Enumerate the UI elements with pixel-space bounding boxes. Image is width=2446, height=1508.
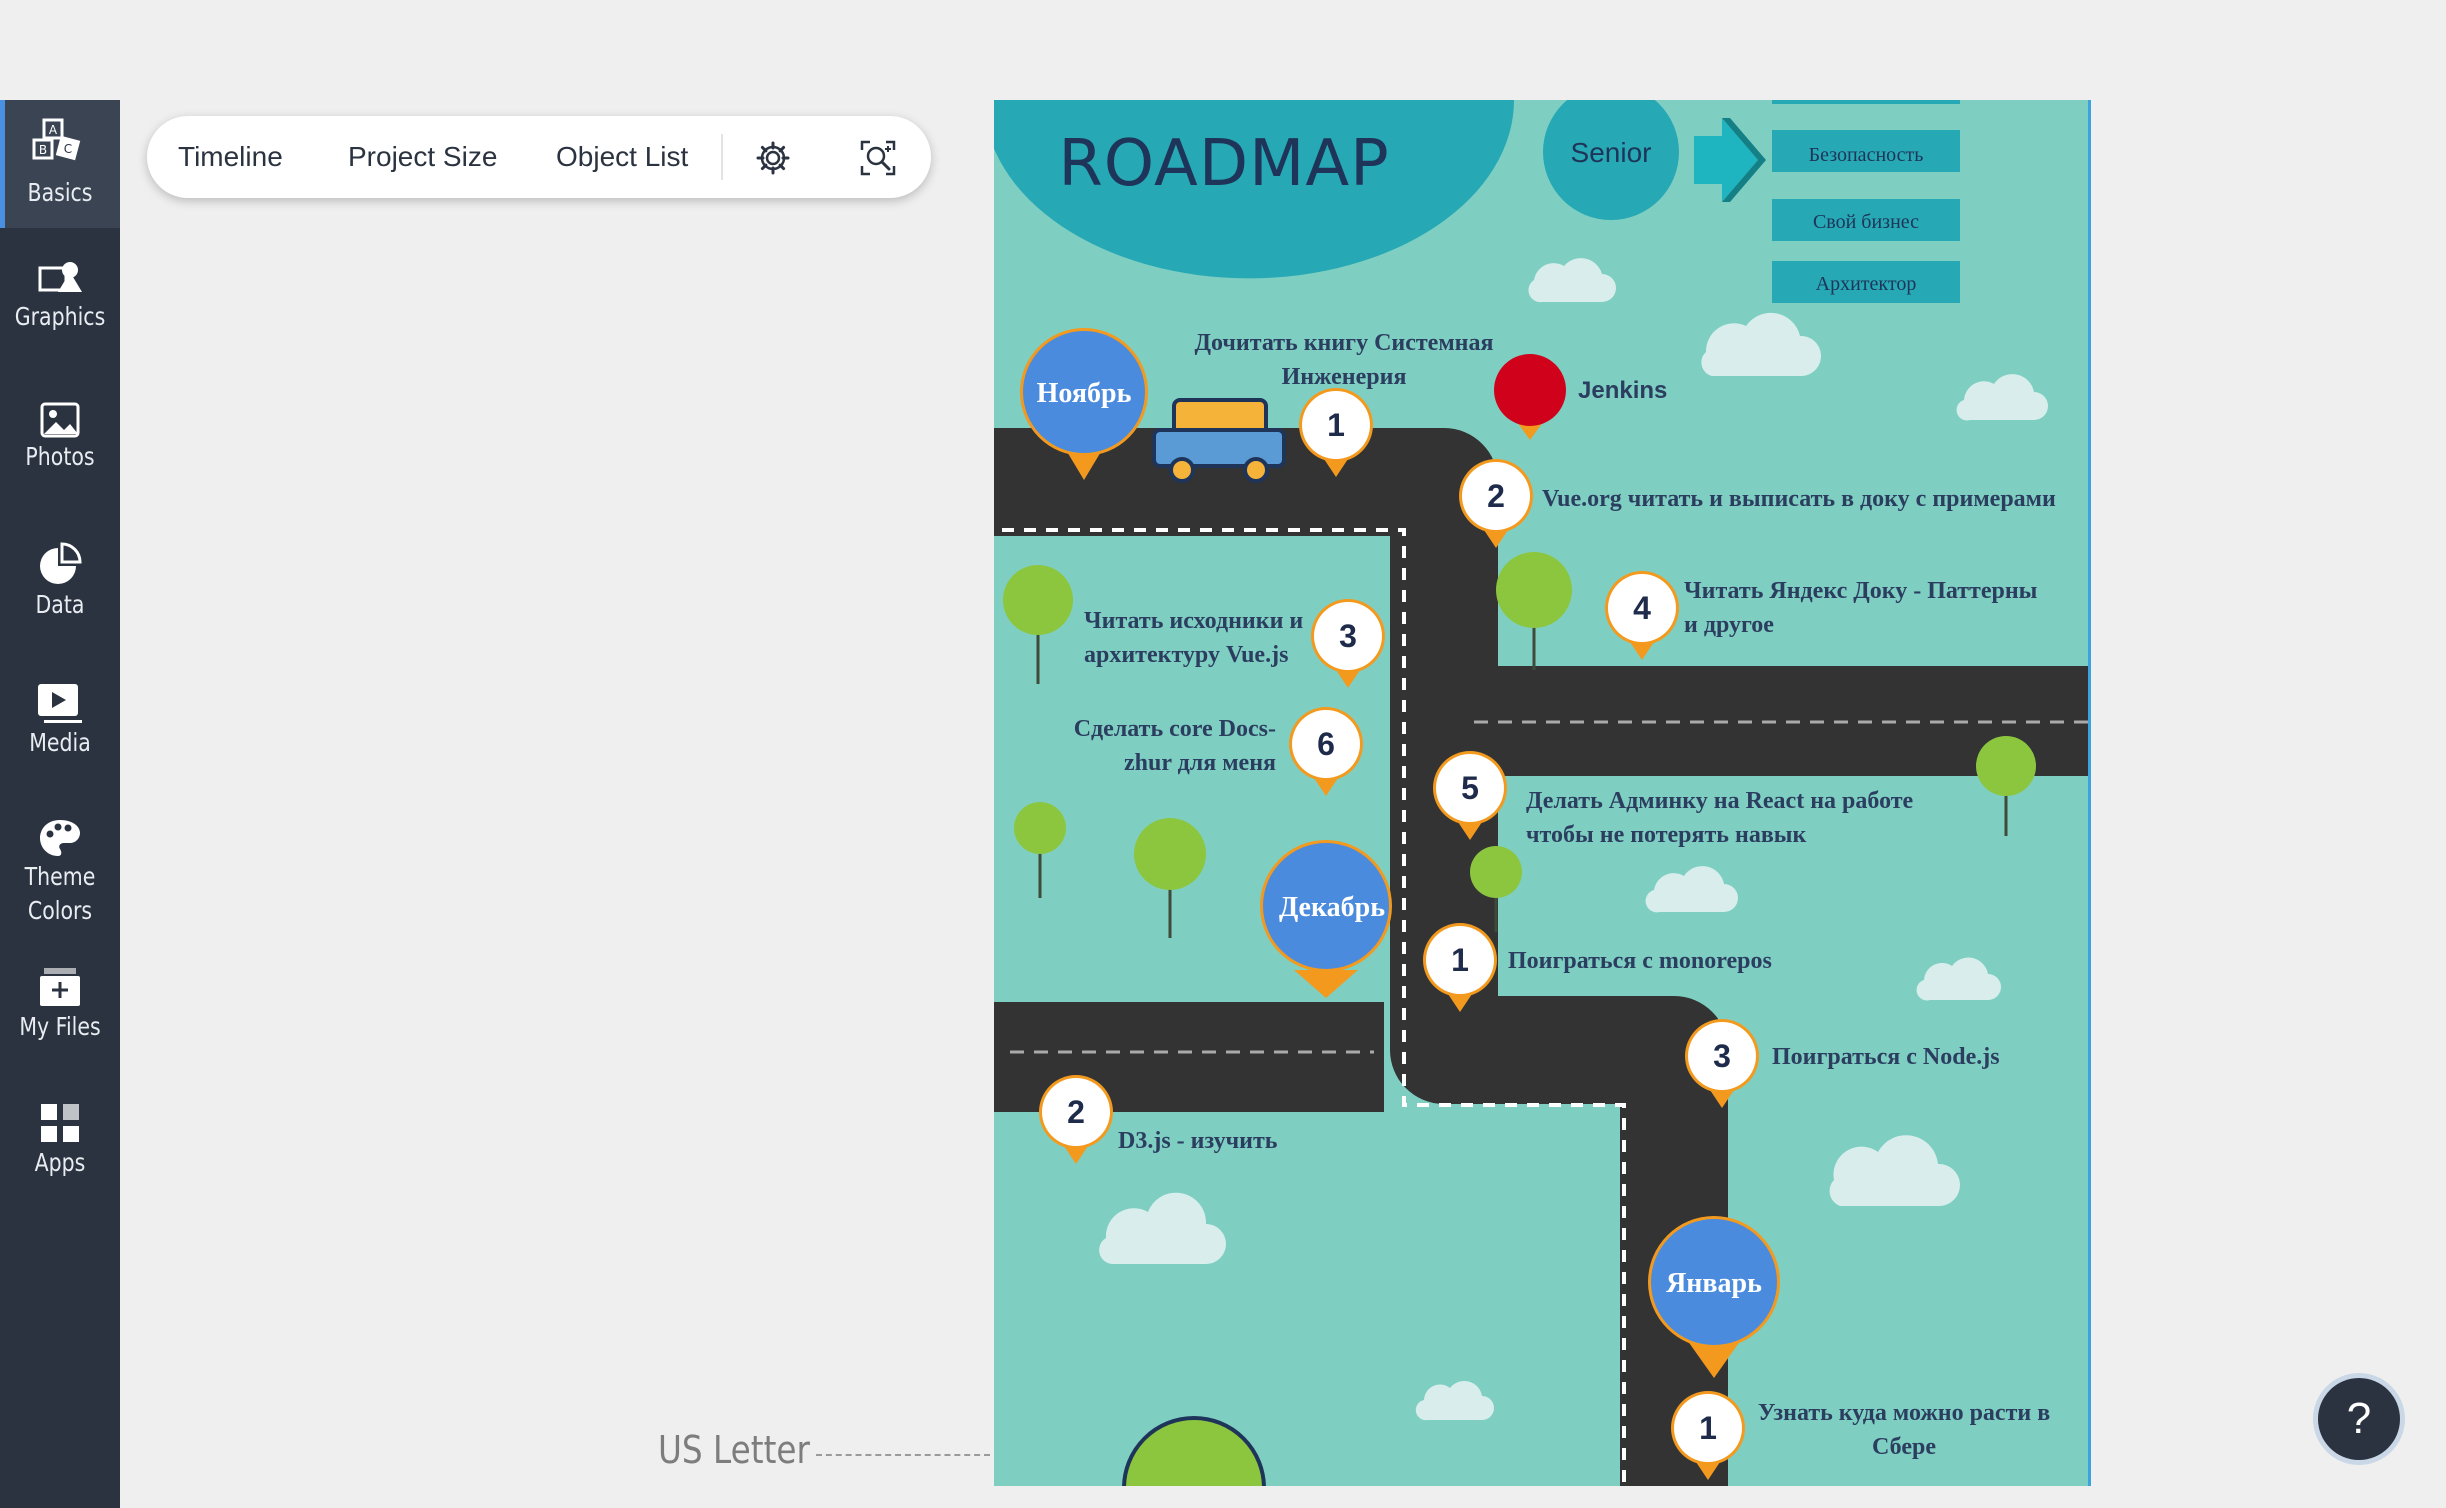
sidebar-item-label: Graphics xyxy=(14,302,106,331)
roadmap-item-text: Дочитать книгу Системная Инженерия xyxy=(1194,330,1494,390)
sidebar-item-label: My Files xyxy=(19,1012,101,1041)
pin-number: 2 xyxy=(1067,1094,1085,1130)
sidebar-item-photos[interactable]: Photos xyxy=(0,400,120,500)
roadmap-item-text: Vue.org читать и выписать в доку с приме… xyxy=(1542,486,2056,512)
pin-number: 6 xyxy=(1317,726,1335,762)
project-size-button[interactable]: Project Size xyxy=(348,116,497,198)
sidebar-item-label: Basics xyxy=(27,178,93,207)
media-play-icon xyxy=(38,684,82,723)
roadmap-item-text: Поиграться с Node.js xyxy=(1772,1044,2000,1070)
pin-number: 1 xyxy=(1699,1410,1717,1446)
sidebar-item-media[interactable]: Media xyxy=(0,678,120,778)
number-pin: 3 xyxy=(1311,599,1385,688)
roadmap-item-text: Делать Админку на React на работе чтобы … xyxy=(1526,788,1914,848)
pin-number: 2 xyxy=(1487,478,1505,514)
sidebar-item-theme-colors[interactable]: Theme Colors xyxy=(0,806,120,934)
roadmap-item-text: D3.js - изучить xyxy=(1118,1128,1278,1154)
number-pin: 6 xyxy=(1289,707,1363,796)
design-canvas[interactable]: ROADMAP Senior Ноябрь Декабрь Январь 1 2… xyxy=(994,100,2091,1486)
box-label: Архитектор xyxy=(1815,273,1917,295)
senior-label: Senior xyxy=(1571,137,1652,168)
pie-chart-icon xyxy=(40,542,82,584)
shapes-icon xyxy=(38,262,82,292)
object-list-button[interactable]: Object List xyxy=(556,116,688,198)
left-sidebar: A B C Basics Graphics Photos Data Media … xyxy=(0,100,120,1508)
abc-blocks-icon: A B C xyxy=(32,118,81,161)
sidebar-item-apps[interactable]: Apps xyxy=(0,1100,120,1200)
sidebar-item-label: Media xyxy=(29,728,91,757)
sidebar-item-basics[interactable]: A B C Basics xyxy=(0,100,120,228)
box-top-partial xyxy=(1772,100,1960,104)
jenkins-dot xyxy=(1494,354,1566,440)
month-pin-december: Декабрь xyxy=(1260,840,1392,998)
svg-text:B: B xyxy=(39,143,47,157)
pin-number: 4 xyxy=(1633,590,1651,626)
pin-number: 3 xyxy=(1339,618,1357,654)
help-button[interactable]: ? xyxy=(2318,1378,2400,1460)
month-label: Январь xyxy=(1666,1268,1762,1299)
box-label: Безопасность xyxy=(1808,144,1924,166)
zoom-image-icon[interactable] xyxy=(858,138,898,178)
number-pin: 4 xyxy=(1605,571,1679,660)
photo-icon xyxy=(40,402,80,438)
top-toolbar: Timeline Project Size Object List xyxy=(147,116,931,198)
apps-grid-icon xyxy=(41,1104,79,1142)
page-size-guide-line xyxy=(816,1454,990,1456)
sidebar-item-label: Data xyxy=(35,590,85,619)
timeline-button[interactable]: Timeline xyxy=(178,116,283,198)
pin-number: 3 xyxy=(1713,1038,1731,1074)
sidebar-item-my-files[interactable]: My Files xyxy=(0,964,120,1064)
svg-text:C: C xyxy=(64,142,72,156)
toolbar-divider xyxy=(721,134,723,180)
sidebar-item-data[interactable]: Data xyxy=(0,540,120,640)
roadmap-item-text: Узнать куда можно расти в Сбере xyxy=(1757,1400,2051,1460)
palette-icon xyxy=(40,820,80,856)
page-size-label: US Letter xyxy=(658,1428,810,1472)
month-label: Декабрь xyxy=(1279,892,1385,923)
month-label: Ноябрь xyxy=(1037,378,1132,409)
jenkins-label: Jenkins xyxy=(1578,377,1668,404)
sidebar-item-label: Theme xyxy=(24,862,96,891)
arrow-icon xyxy=(1694,118,1758,202)
roadmap-item-text: Поиграться с monorepos xyxy=(1508,948,1772,974)
pin-number: 1 xyxy=(1451,942,1469,978)
svg-text:A: A xyxy=(49,123,58,137)
gear-icon[interactable] xyxy=(756,141,790,175)
upload-folder-icon xyxy=(40,968,80,1006)
pin-number: 1 xyxy=(1327,407,1345,443)
sidebar-item-label: Apps xyxy=(34,1148,86,1177)
roadmap-item-text: Читать исходники и архитектуру Vue.js xyxy=(1084,608,1304,668)
sidebar-item-label: Colors xyxy=(27,896,93,925)
pin-number: 5 xyxy=(1461,770,1479,806)
roadmap-item-text: Читать Яндекс Доку - Паттерны и другое xyxy=(1684,578,2038,638)
sidebar-item-label: Photos xyxy=(25,442,95,471)
sidebar-item-graphics[interactable]: Graphics xyxy=(0,260,120,360)
roadmap-title: ROADMAP xyxy=(1058,127,1389,201)
roadmap-item-text: Сделать core Docs-zhur для меня xyxy=(1073,716,1276,776)
number-pin: 2 xyxy=(1039,1075,1113,1164)
box-label: Свой бизнес xyxy=(1812,211,1920,233)
